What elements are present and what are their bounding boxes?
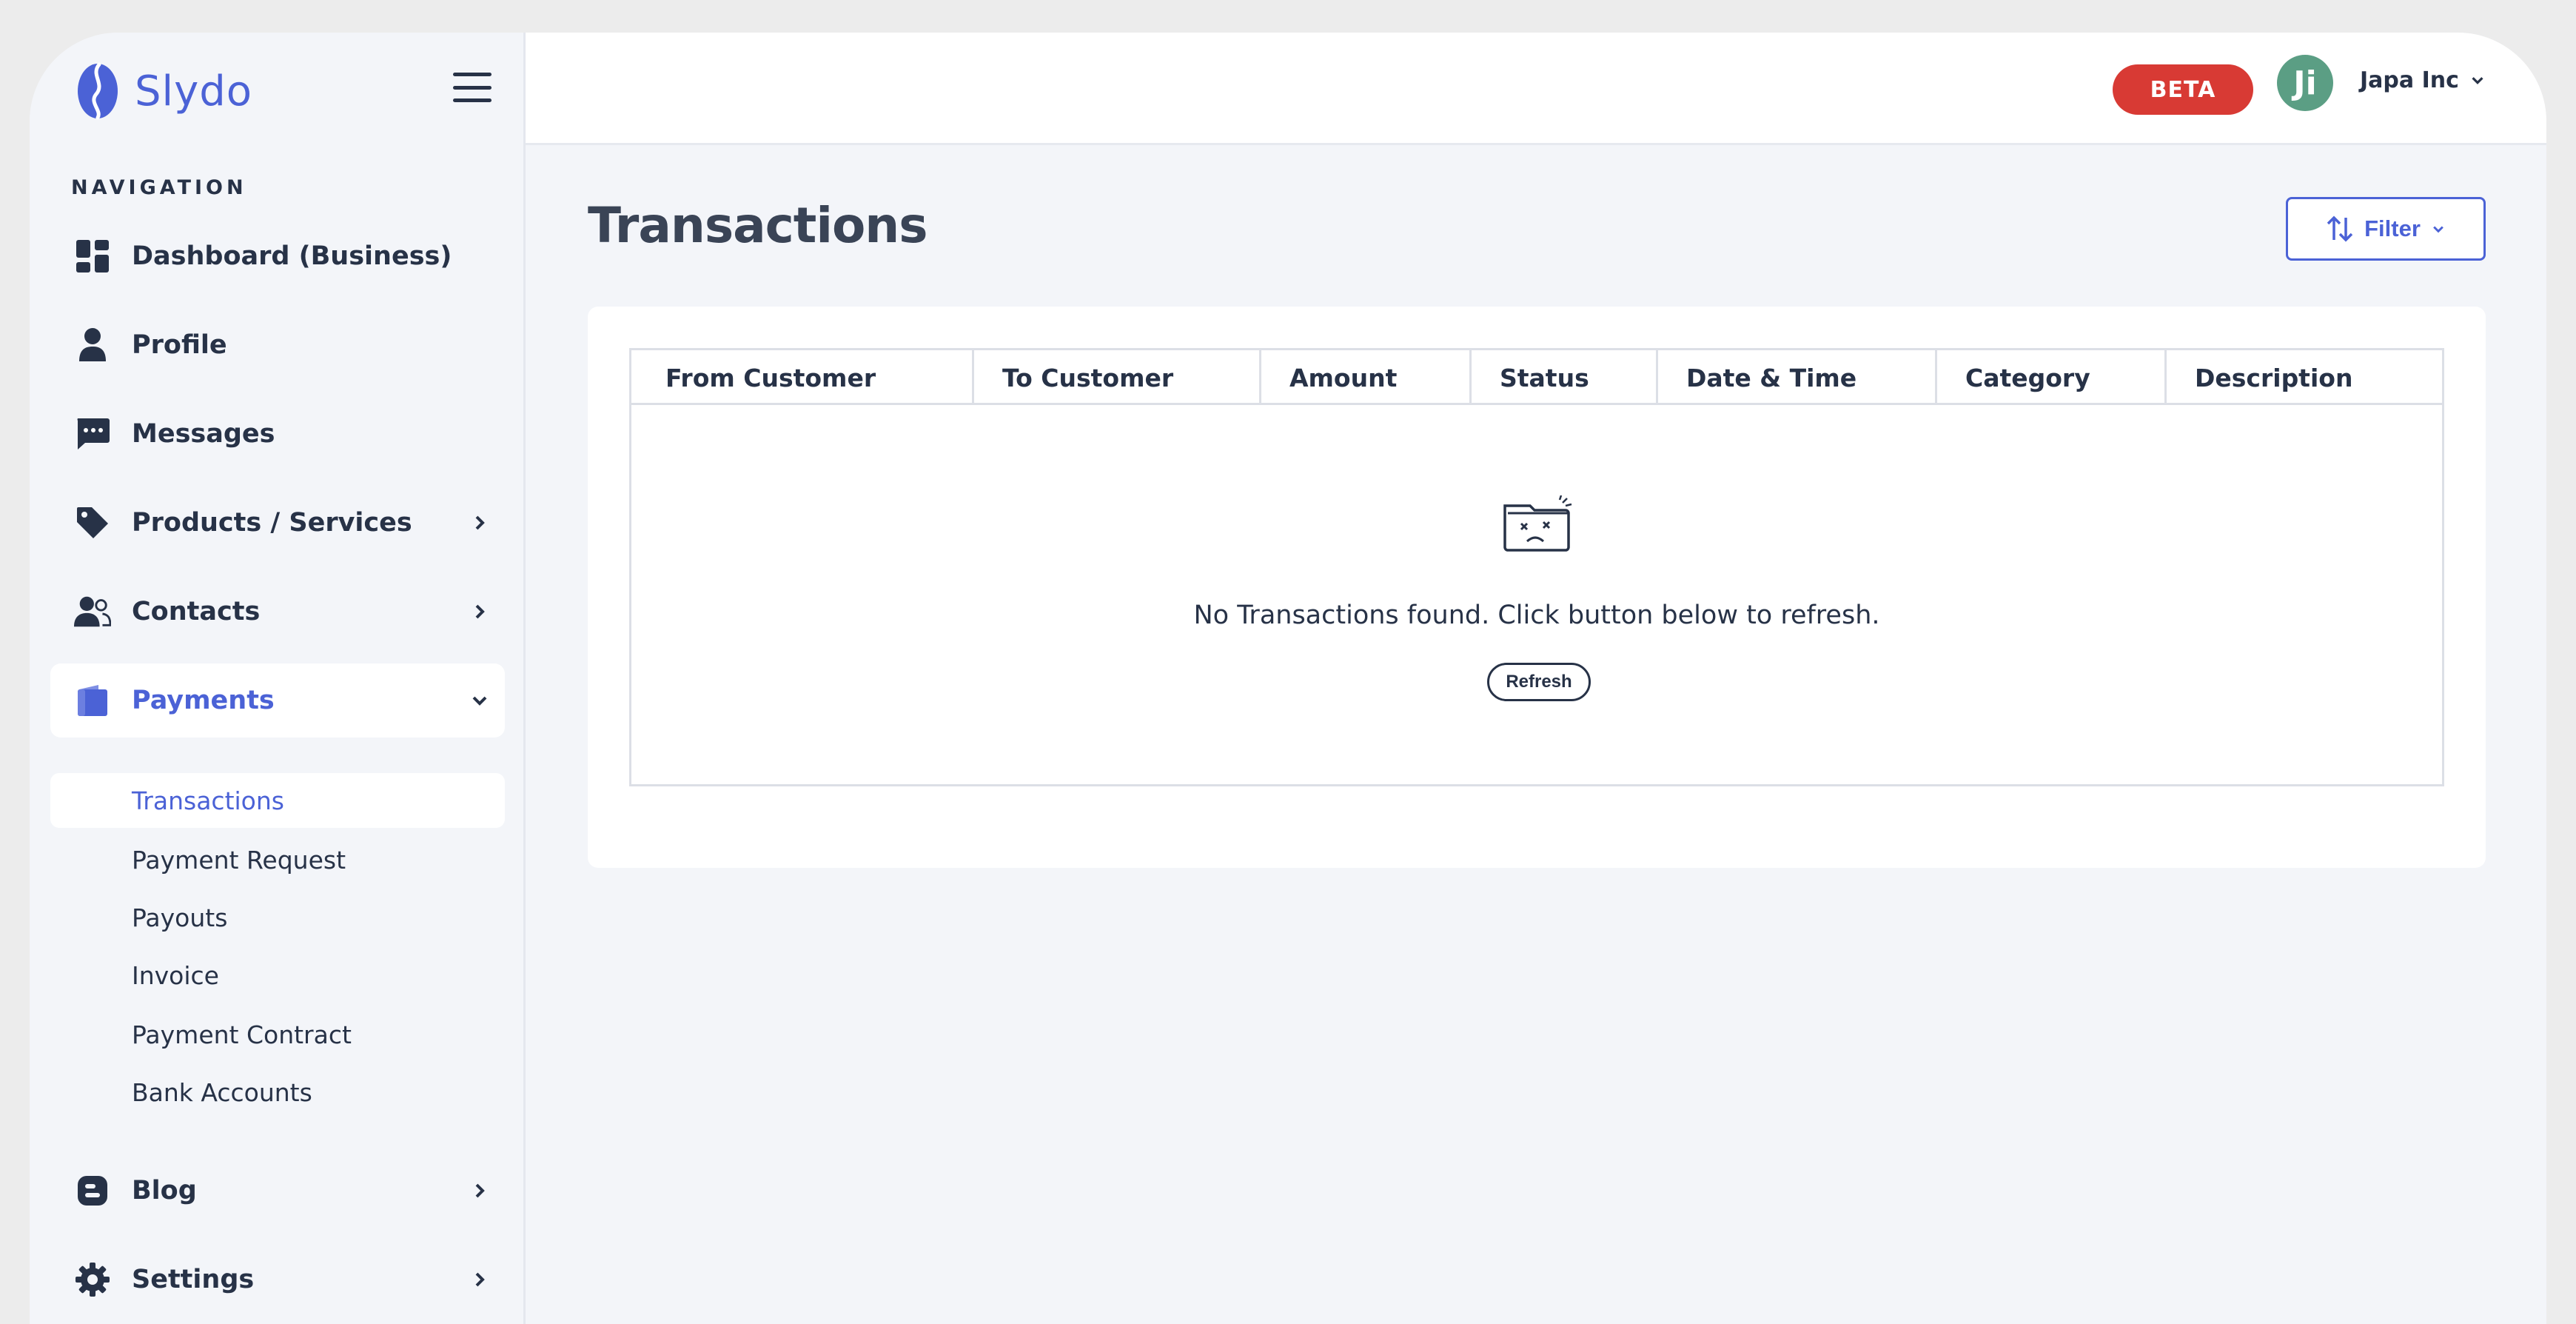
sidebar-subitem-payouts[interactable]: Payouts [50, 890, 505, 945]
brand-name: Slydo [135, 67, 253, 116]
sidebar-item-products-services[interactable]: Products / Services [50, 486, 505, 560]
sidebar-subitem-label: Payment Contract [132, 1020, 352, 1049]
beta-badge: BETA [2113, 64, 2253, 115]
chevron-right-icon [475, 1272, 485, 1287]
chevron-right-icon [475, 1183, 485, 1198]
filter-label: Filter [2364, 215, 2421, 241]
sidebar-subitem-bank-accounts[interactable]: Bank Accounts [50, 1065, 505, 1120]
sidebar-item-label: Blog [132, 1176, 197, 1206]
blogger-icon [74, 1172, 111, 1209]
transactions-table: From Customer To Customer Amount Status … [629, 348, 2444, 786]
sidebar-item-blog[interactable]: Blog [50, 1154, 505, 1228]
column-header[interactable]: Status [1472, 350, 1658, 405]
tag-icon [74, 504, 111, 541]
sidebar-subitem-invoice[interactable]: Invoice [50, 948, 505, 1003]
brand-logo[interactable]: Slydo [76, 56, 252, 126]
gear-icon [74, 1261, 111, 1298]
transactions-card: From Customer To Customer Amount Status … [588, 307, 2486, 868]
sidebar-item-dashboard[interactable]: Dashboard (Business) [50, 219, 505, 293]
sidebar-subitem-payment-request[interactable]: Payment Request [50, 832, 505, 887]
sidebar-item-label: Products / Services [132, 508, 412, 538]
app-screen: Slydo NAVIGATION Dashboard (Business) Pr… [30, 33, 2546, 1324]
topbar: BETA Ji Japa Inc [526, 33, 2546, 145]
wallet-icon [74, 682, 111, 719]
sidebar-item-label: Contacts [132, 597, 261, 626]
sidebar-item-settings[interactable]: Settings [50, 1243, 505, 1317]
sidebar-subitem-label: Payouts [132, 903, 228, 932]
sidebar-item-contacts[interactable]: Contacts [50, 575, 505, 649]
menu-toggle-icon[interactable] [453, 73, 492, 102]
table-header: From Customer To Customer Amount Status … [631, 350, 2442, 405]
dashboard-grid-icon [74, 238, 111, 275]
sidebar-item-label: Dashboard (Business) [132, 241, 452, 271]
sidebar-subitem-payment-contract[interactable]: Payment Contract [50, 1007, 505, 1062]
device-frame: Slydo NAVIGATION Dashboard (Business) Pr… [0, 0, 2576, 1324]
nav-heading: NAVIGATION [71, 176, 247, 199]
column-header[interactable]: Amount [1261, 350, 1472, 405]
sidebar-subitem-label: Payment Request [132, 845, 346, 875]
sidebar-subitem-transactions[interactable]: Transactions [50, 773, 505, 828]
users-icon [74, 593, 111, 630]
column-header[interactable]: Category [1937, 350, 2167, 405]
sidebar-subitem-label: Invoice [132, 960, 219, 990]
sidebar-item-label: Profile [132, 330, 227, 360]
page-title: Transactions [588, 197, 928, 254]
coffee-bean-logo-icon [78, 62, 118, 120]
chevron-down-icon [2433, 226, 2443, 233]
sidebar-item-payments[interactable]: Payments [50, 663, 505, 738]
filter-button[interactable]: Filter [2286, 197, 2486, 261]
avatar[interactable]: Ji [2277, 55, 2333, 111]
sidebar-item-label: Settings [132, 1265, 255, 1294]
column-header[interactable]: Description [2167, 350, 2442, 405]
column-header[interactable]: To Customer [974, 350, 1261, 405]
sidebar: Slydo NAVIGATION Dashboard (Business) Pr… [30, 33, 526, 1324]
chevron-right-icon [475, 604, 485, 619]
sidebar-item-label: Messages [132, 419, 275, 449]
sidebar-item-profile[interactable]: Profile [50, 308, 505, 382]
column-header[interactable]: Date & Time [1658, 350, 1937, 405]
empty-folder-icon [1503, 495, 1572, 552]
sidebar-subitem-label: Transactions [132, 786, 284, 815]
chat-icon [74, 415, 111, 452]
sidebar-item-label: Payments [132, 686, 275, 715]
account-menu[interactable]: Japa Inc [2360, 65, 2486, 95]
sidebar-item-messages[interactable]: Messages [50, 397, 505, 471]
sidebar-subitem-label: Bank Accounts [132, 1077, 312, 1107]
account-name: Japa Inc [2360, 67, 2459, 93]
sort-arrows-icon [2327, 215, 2353, 242]
empty-state-message: No Transactions found. Click button belo… [1193, 601, 1880, 630]
chevron-right-icon [475, 515, 485, 530]
refresh-button[interactable]: Refresh [1487, 663, 1591, 701]
column-header[interactable]: From Customer [631, 350, 974, 405]
user-icon [74, 327, 111, 364]
chevron-down-icon [472, 696, 487, 706]
chevron-down-icon [2472, 77, 2483, 84]
